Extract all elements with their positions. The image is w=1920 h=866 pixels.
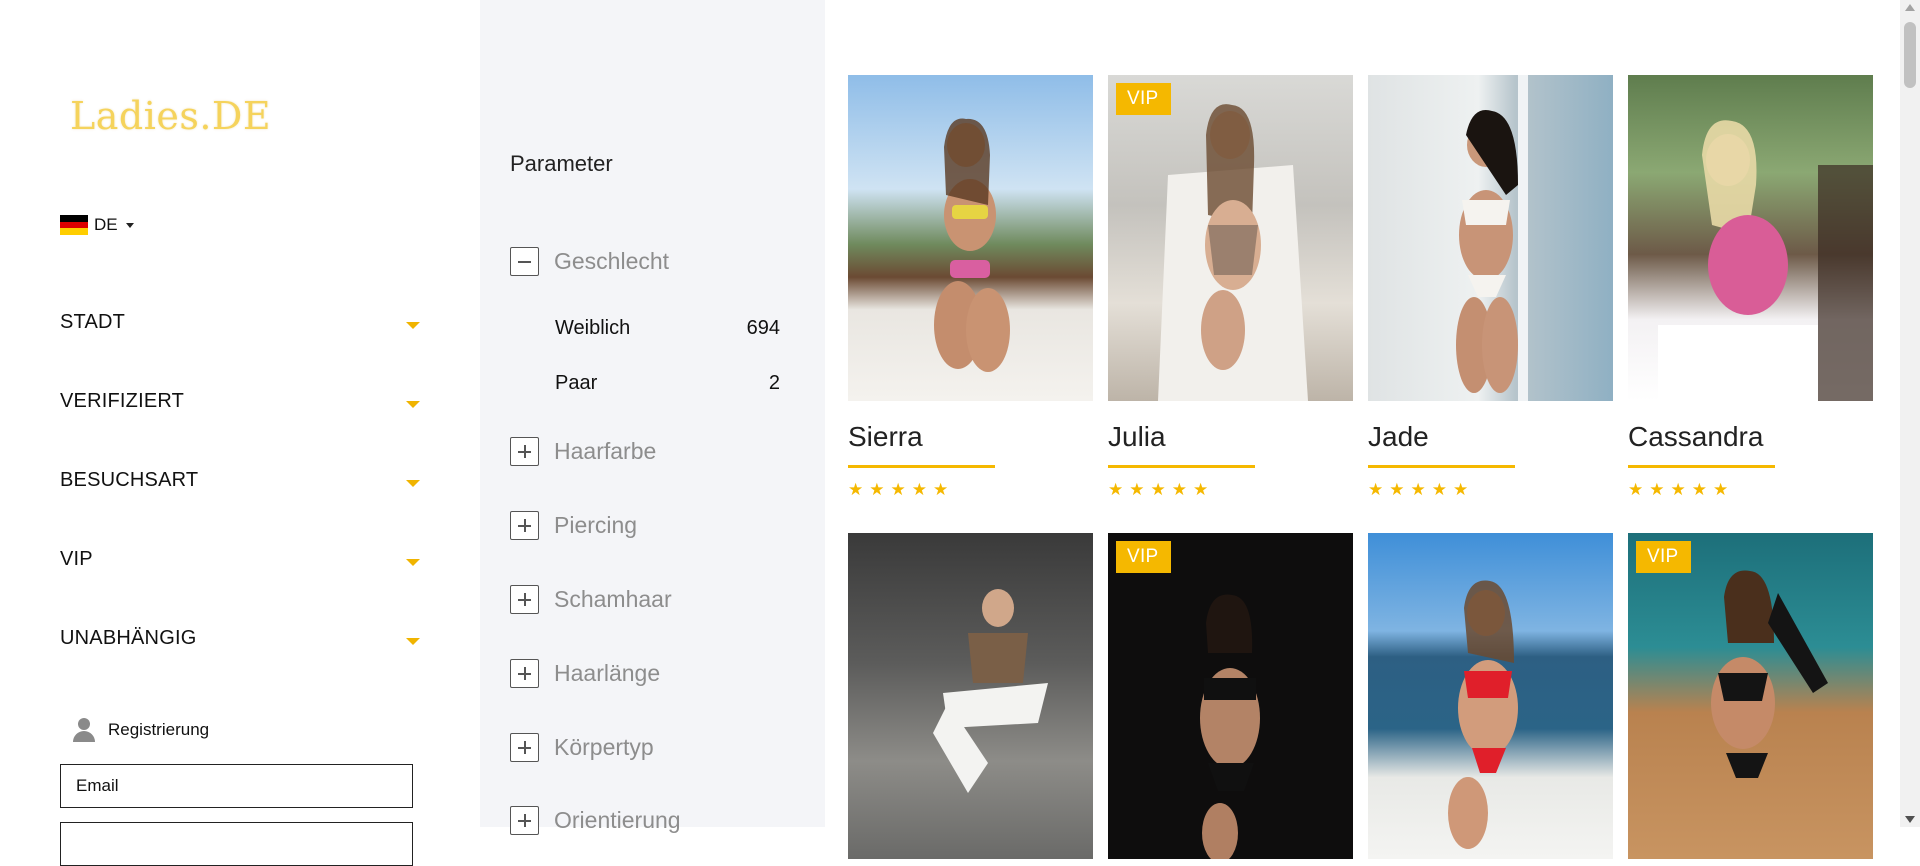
profile-card[interactable]: Sierra ★★★★★ bbox=[848, 75, 1093, 500]
vip-badge: VIP bbox=[1636, 541, 1691, 573]
profile-card[interactable] bbox=[1368, 533, 1613, 859]
germany-flag-icon bbox=[60, 215, 88, 236]
page-scrollbar[interactable] bbox=[1900, 0, 1920, 827]
name-underline bbox=[1368, 465, 1515, 468]
filter-label: UNABHÄNGIG bbox=[60, 627, 197, 649]
language-selector[interactable]: DE bbox=[60, 215, 134, 236]
profile-card[interactable]: Cassandra ★★★★★ bbox=[1628, 75, 1873, 500]
expand-icon bbox=[510, 437, 539, 466]
param-group-koerpertyp[interactable]: Körpertyp bbox=[510, 733, 654, 762]
sidebar: Ladies.DE DE STADT VERIFIZIERT BESUCHSAR… bbox=[0, 0, 480, 866]
chevron-down-icon bbox=[406, 322, 420, 329]
caret-down-icon bbox=[125, 222, 134, 228]
parameter-panel: Parameter Geschlecht Weiblich 694 Paar 2… bbox=[480, 0, 825, 835]
profile-card[interactable]: VIP bbox=[1628, 533, 1873, 859]
vip-badge: VIP bbox=[1116, 83, 1171, 115]
expand-icon bbox=[510, 733, 539, 762]
filter-label: BESUCHSART bbox=[60, 469, 199, 491]
filter-vip[interactable]: VIP bbox=[60, 520, 422, 599]
param-option-paar[interactable]: Paar 2 bbox=[555, 372, 780, 395]
profile-photo[interactable] bbox=[1628, 75, 1873, 401]
option-count: 2 bbox=[768, 372, 780, 394]
option-label: Weiblich bbox=[555, 317, 631, 339]
profile-photo[interactable]: VIP bbox=[1628, 533, 1873, 859]
filter-label: VERIFIZIERT bbox=[60, 390, 185, 412]
profile-photo[interactable]: VIP bbox=[1108, 75, 1353, 401]
expand-icon bbox=[510, 585, 539, 614]
filter-verifiziert[interactable]: VERIFIZIERT bbox=[60, 362, 422, 441]
profile-name[interactable]: Jade bbox=[1368, 421, 1613, 453]
scrollbar-thumb[interactable] bbox=[1904, 22, 1916, 88]
scroll-up-icon[interactable] bbox=[1905, 4, 1915, 11]
expand-icon bbox=[510, 806, 539, 835]
language-code: DE bbox=[94, 215, 118, 234]
param-group-piercing[interactable]: Piercing bbox=[510, 511, 637, 540]
profile-card[interactable]: VIP bbox=[1108, 533, 1353, 859]
vip-badge: VIP bbox=[1116, 541, 1171, 573]
filter-label: STADT bbox=[60, 311, 126, 333]
param-group-geschlecht[interactable]: Geschlecht bbox=[510, 247, 669, 276]
filter-stadt[interactable]: STADT bbox=[60, 283, 422, 362]
chevron-down-icon bbox=[406, 401, 420, 408]
scroll-down-icon[interactable] bbox=[1905, 816, 1915, 823]
profile-photo[interactable]: VIP bbox=[1108, 533, 1353, 859]
param-group-label: Haarfarbe bbox=[554, 438, 657, 464]
param-group-haarlaenge[interactable]: Haarlänge bbox=[510, 659, 660, 688]
collapse-icon bbox=[510, 247, 539, 276]
rating-stars-icon: ★★★★★ bbox=[1628, 480, 1735, 499]
param-option-weiblich[interactable]: Weiblich 694 bbox=[555, 317, 780, 340]
profile-card[interactable] bbox=[848, 533, 1093, 859]
param-group-label: Geschlecht bbox=[554, 248, 670, 274]
param-group-label: Schamhaar bbox=[554, 586, 672, 612]
expand-icon bbox=[510, 659, 539, 688]
profile-photo[interactable] bbox=[848, 75, 1093, 401]
profile-photo[interactable] bbox=[1368, 533, 1613, 859]
param-group-haarfarbe[interactable]: Haarfarbe bbox=[510, 437, 656, 466]
profile-photo[interactable] bbox=[1368, 75, 1613, 401]
chevron-down-icon bbox=[406, 480, 420, 487]
filter-list: STADT VERIFIZIERT BESUCHSART VIP UNABHÄN… bbox=[60, 283, 422, 678]
option-count: 694 bbox=[746, 317, 780, 339]
profile-card[interactable]: VIP Julia ★★★★★ bbox=[1108, 75, 1353, 500]
param-group-orientierung[interactable]: Orientierung bbox=[510, 806, 681, 835]
param-group-label: Orientierung bbox=[554, 807, 681, 833]
rating-stars-icon: ★★★★★ bbox=[848, 480, 955, 499]
param-group-label: Haarlänge bbox=[554, 660, 661, 686]
name-underline bbox=[1628, 465, 1775, 468]
register-link[interactable]: Registrierung bbox=[72, 718, 209, 742]
name-underline bbox=[1108, 465, 1255, 468]
param-group-label: Piercing bbox=[554, 512, 638, 538]
param-group-label: Körpertyp bbox=[554, 734, 654, 760]
email-field[interactable] bbox=[60, 764, 413, 808]
password-field[interactable] bbox=[60, 822, 413, 866]
profile-photo[interactable] bbox=[848, 533, 1093, 859]
filter-besuchsart[interactable]: BESUCHSART bbox=[60, 441, 422, 520]
chevron-down-icon bbox=[406, 638, 420, 645]
profile-name[interactable]: Cassandra bbox=[1628, 421, 1873, 453]
site-logo[interactable]: Ladies.DE bbox=[70, 94, 271, 138]
rating-stars-icon: ★★★★★ bbox=[1108, 480, 1215, 499]
name-underline bbox=[848, 465, 995, 468]
register-label: Registrierung bbox=[108, 720, 210, 739]
filter-unabhaengig[interactable]: UNABHÄNGIG bbox=[60, 599, 422, 678]
rating-stars-icon: ★★★★★ bbox=[1368, 480, 1475, 499]
param-group-schamhaar[interactable]: Schamhaar bbox=[510, 585, 672, 614]
filter-label: VIP bbox=[60, 548, 93, 570]
option-label: Paar bbox=[555, 372, 598, 394]
chevron-down-icon bbox=[406, 559, 420, 566]
parameter-title: Parameter bbox=[510, 151, 613, 176]
expand-icon bbox=[510, 511, 539, 540]
profile-card[interactable]: Jade ★★★★★ bbox=[1368, 75, 1613, 500]
profile-name[interactable]: Julia bbox=[1108, 421, 1353, 453]
user-icon bbox=[72, 718, 96, 742]
profile-name[interactable]: Sierra bbox=[848, 421, 1093, 453]
